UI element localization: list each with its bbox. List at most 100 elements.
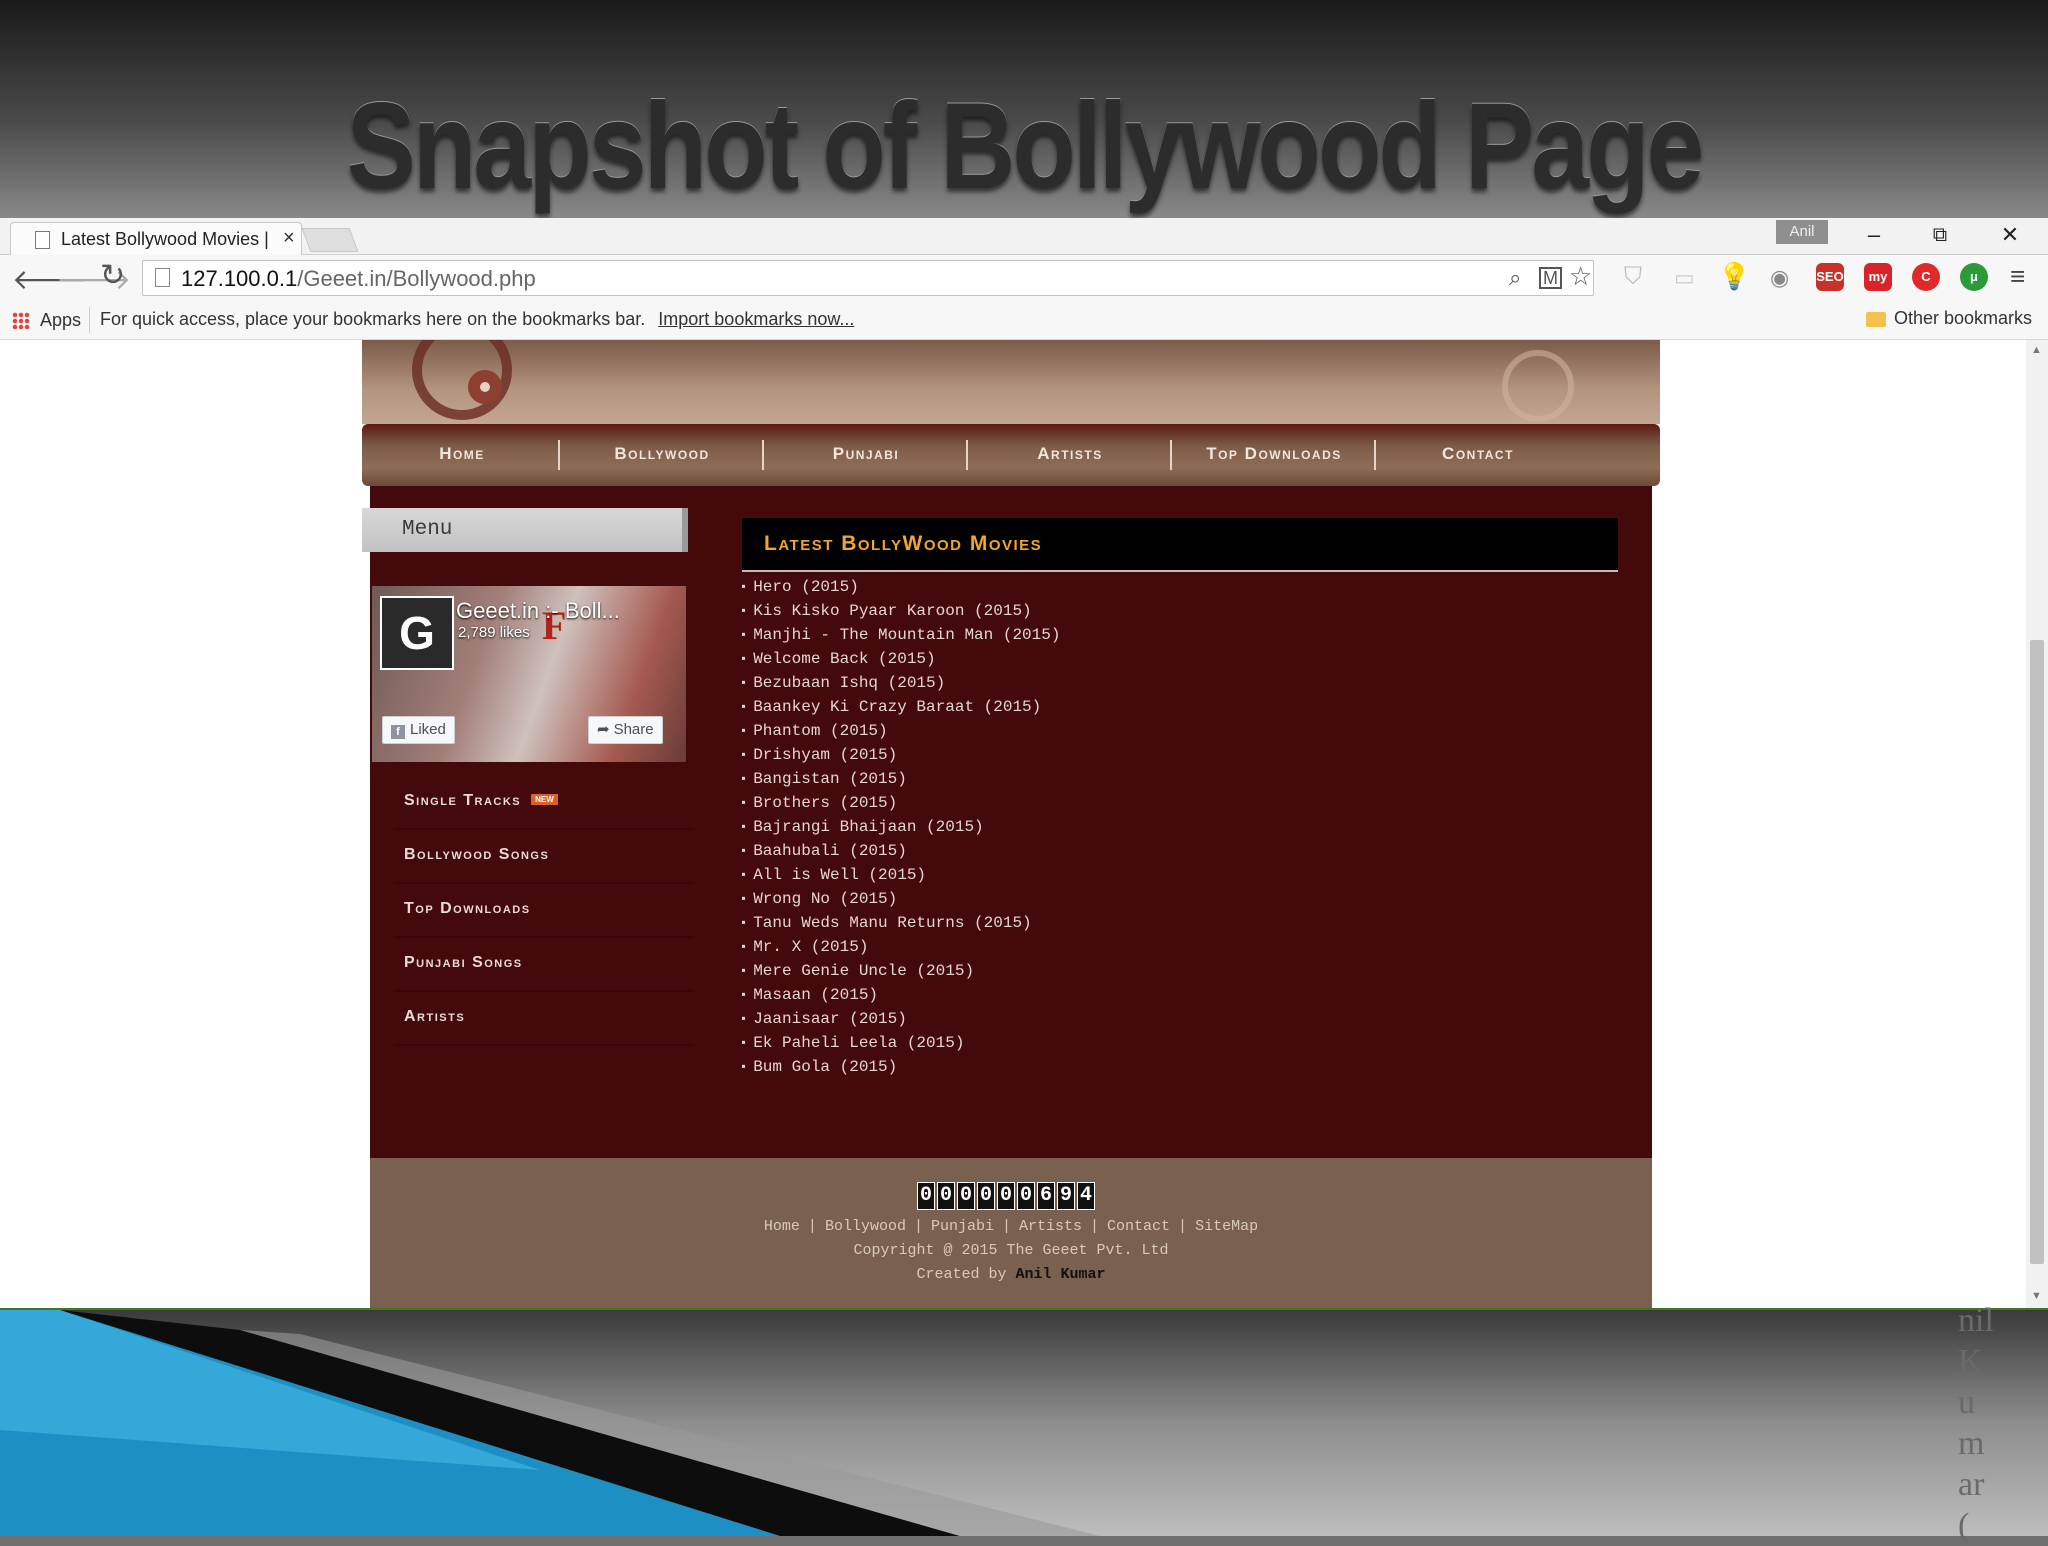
movie-link[interactable]: Bum Gola (2015) — [740, 1058, 1616, 1082]
movie-link[interactable]: Wrong No (2015) — [740, 890, 1616, 914]
reload-icon[interactable]: ↻ — [100, 258, 125, 293]
share-arrow-icon: ➦ — [597, 721, 610, 738]
page-logo[interactable]: G — [380, 596, 454, 670]
fb-page-name[interactable]: Geeet.in :- Boll... — [456, 598, 620, 624]
side-item-bollywood-songs[interactable]: Bollywood Songs — [394, 830, 694, 884]
site-footer: 000000694 Home | Bollywood | Punjabi | Artists… — [370, 1158, 1652, 1308]
side-letter: u — [1958, 1384, 1975, 1421]
counter-digit: 0 — [997, 1182, 1015, 1210]
movie-link[interactable]: Bangistan (2015) — [740, 770, 1616, 794]
footer-separator: | — [807, 1218, 817, 1235]
movie-link[interactable]: Brothers (2015) — [740, 794, 1616, 818]
browser-window: Latest Bollywood Movies | × Anil – ⧉ ✕ 🡐… — [0, 218, 2048, 1308]
url-host: 127.100.0.1 — [181, 266, 298, 291]
search-icon[interactable]: ⌕ — [1509, 265, 1521, 291]
side-item-artists[interactable]: Artists — [394, 992, 694, 1046]
movie-link[interactable]: Mere Genie Uncle (2015) — [740, 962, 1616, 986]
movie-link[interactable]: Welcome Back (2015) — [740, 650, 1616, 674]
footer-link-sitemap[interactable]: SiteMap — [1195, 1218, 1258, 1235]
bookmarks-hint: For quick access, place your bookmarks h… — [100, 309, 854, 330]
movie-link[interactable]: Jaanisaar (2015) — [740, 1010, 1616, 1034]
minimize-button[interactable]: – — [1854, 220, 1894, 250]
nav-contact[interactable]: Contact — [1378, 444, 1578, 464]
nav-punjabi[interactable]: Punjabi — [766, 444, 966, 464]
movie-link[interactable]: Drishyam (2015) — [740, 746, 1616, 770]
page-scrollbar[interactable]: ▲ ▼ — [2026, 340, 2048, 1308]
movie-link[interactable]: Bajrangi Bhaijaan (2015) — [740, 818, 1616, 842]
nav-bollywood[interactable]: Bollywood — [562, 444, 762, 464]
copyright-text: Copyright @ 2015 The Geeet Pvt. Ltd — [853, 1242, 1169, 1259]
close-window-button[interactable]: ✕ — [1990, 220, 2030, 250]
footer-link-punjabi[interactable]: Punjabi — [931, 1218, 994, 1235]
liked-button[interactable]: f Liked — [382, 716, 455, 744]
movie-link[interactable]: Mr. X (2015) — [740, 938, 1616, 962]
side-item-label: Bollywood Songs — [404, 846, 550, 863]
import-bookmarks-link[interactable]: Import bookmarks now... — [658, 309, 854, 329]
new-tab-button[interactable] — [301, 228, 359, 252]
extension-m-icon[interactable]: M — [1539, 267, 1562, 289]
side-letter: ar — [1958, 1466, 1985, 1503]
nav-home[interactable]: Home — [362, 444, 562, 464]
browser-tab[interactable]: Latest Bollywood Movies | × — [10, 222, 302, 255]
lightbulb-icon[interactable]: 💡 — [1718, 261, 1750, 292]
scroll-thumb[interactable] — [2030, 640, 2044, 1264]
site-wrapper: Home Bollywood Punjabi Artists Top Downl… — [362, 340, 1660, 1308]
side-item-top-downloads[interactable]: Top Downloads — [394, 884, 694, 938]
scroll-up-arrow-icon[interactable]: ▲ — [2031, 344, 2042, 356]
apps-grid-icon — [12, 312, 30, 330]
side-item-label: Punjabi Songs — [404, 954, 523, 971]
footer-link-artists[interactable]: Artists — [1019, 1218, 1082, 1235]
apps-button[interactable]: Apps — [6, 307, 91, 333]
url-text[interactable]: 127.100.0.1/Geeet.in/Bollywood.php — [181, 266, 536, 292]
latest-movies-heading-bar: Latest BollyWood Movies — [742, 518, 1618, 572]
movie-link[interactable]: Ek Paheli Leela (2015) — [740, 1034, 1616, 1058]
nav-artists[interactable]: Artists — [970, 444, 1170, 464]
address-bar[interactable]: 127.100.0.1/Geeet.in/Bollywood.php ⌕ M ☆ — [142, 260, 1594, 296]
movie-link[interactable]: Phantom (2015) — [740, 722, 1616, 746]
profile-badge[interactable]: Anil — [1776, 220, 1828, 244]
folder-icon — [1866, 311, 1886, 327]
movie-link[interactable]: Bezubaan Ishq (2015) — [740, 674, 1616, 698]
facebook-page-widget[interactable]: F G Geeet.in :- Boll... 2,789 likes f Lik… — [372, 586, 686, 762]
restore-button[interactable]: ⧉ — [1920, 220, 1960, 250]
footer-link-contact[interactable]: Contact — [1107, 1218, 1170, 1235]
slide-footer-band — [0, 1310, 2048, 1536]
side-item-punjabi-songs[interactable]: Punjabi Songs — [394, 938, 694, 992]
torrent-icon[interactable]: μ — [1960, 263, 1988, 291]
shield-red-icon[interactable]: C — [1912, 263, 1940, 291]
other-bookmarks-button[interactable]: Other bookmarks — [1866, 308, 2032, 329]
side-item-single-tracks[interactable]: Single Tracks NEW — [394, 776, 694, 830]
shield-icon[interactable]: ⛉ — [1624, 263, 1642, 291]
my-icon[interactable]: my — [1864, 263, 1892, 291]
nav-top-downloads[interactable]: Top Downloads — [1174, 444, 1374, 464]
eye-icon[interactable]: ◉ — [1770, 265, 1789, 291]
movie-link[interactable]: All is Well (2015) — [740, 866, 1616, 890]
page-viewport: Home Bollywood Punjabi Artists Top Downl… — [0, 340, 2026, 1308]
counter-digit: 4 — [1077, 1182, 1095, 1210]
side-item-text: Single Tracks — [404, 792, 522, 809]
credit-prefix: Created by — [916, 1266, 1016, 1283]
movie-link[interactable]: Baahubali (2015) — [740, 842, 1616, 866]
side-menu: Single Tracks NEW Bollywood Songs Top Dow… — [394, 776, 694, 1046]
footer-link-home[interactable]: Home — [764, 1218, 800, 1235]
menu-hamburger-icon[interactable]: ≡ — [2010, 261, 2025, 292]
document-icon — [35, 231, 50, 249]
movie-link[interactable]: Masaan (2015) — [740, 986, 1616, 1010]
seo-icon[interactable]: SEO — [1816, 263, 1844, 291]
counter-digit: 9 — [1057, 1182, 1075, 1210]
star-icon[interactable]: ☆ — [1569, 261, 1592, 292]
footer-separator: | — [1090, 1218, 1100, 1235]
extension-blank-icon[interactable]: ▭ — [1674, 265, 1695, 291]
movie-link[interactable]: Baankey Ki Crazy Baraat (2015) — [740, 698, 1616, 722]
movie-link[interactable]: Hero (2015) — [740, 578, 1616, 602]
movie-link[interactable]: Manjhi - The Mountain Man (2015) — [740, 626, 1616, 650]
scroll-down-arrow-icon[interactable]: ▼ — [2031, 1290, 2042, 1302]
footer-link-bollywood[interactable]: Bollywood — [825, 1218, 906, 1235]
counter-digit: 0 — [977, 1182, 995, 1210]
movie-link[interactable]: Tanu Weds Manu Returns (2015) — [740, 914, 1616, 938]
share-button[interactable]: ➦ Share — [588, 716, 663, 744]
apps-label: Apps — [40, 310, 82, 330]
tab-close-icon[interactable]: × — [283, 227, 295, 250]
movie-link[interactable]: Kis Kisko Pyaar Karoon (2015) — [740, 602, 1616, 626]
nav-separator — [1374, 440, 1376, 470]
